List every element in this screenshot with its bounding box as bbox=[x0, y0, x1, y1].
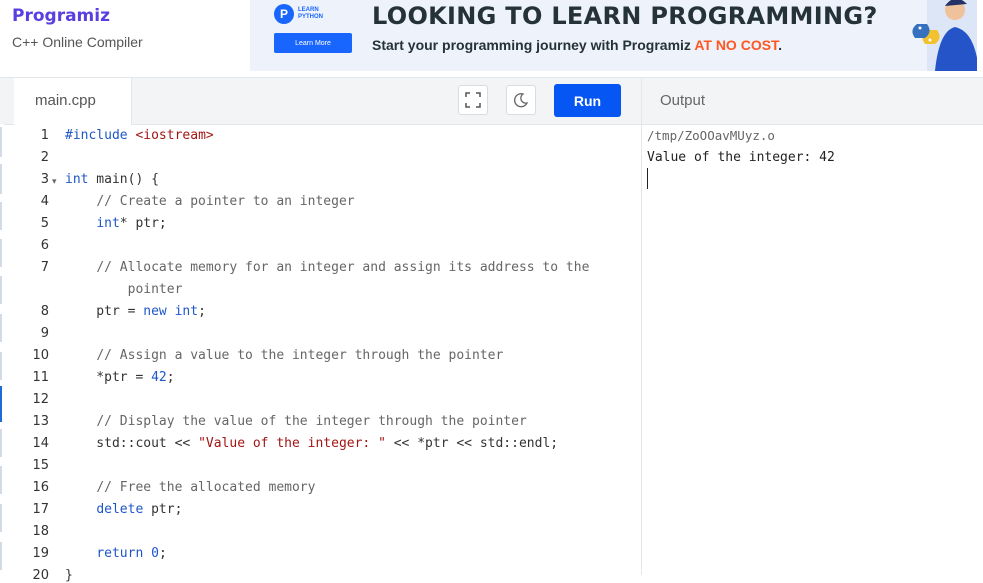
line-number: 9 bbox=[40, 326, 49, 341]
output-cursor bbox=[647, 168, 648, 189]
strip-segment bbox=[0, 202, 2, 230]
line-number: 14 bbox=[32, 436, 49, 451]
ad-brand: P LEARN PYTHON bbox=[274, 4, 323, 24]
strip-segment bbox=[0, 164, 2, 194]
output-line-path: /tmp/ZoOOavMUyz.o bbox=[647, 128, 775, 143]
line-number: 11 bbox=[32, 370, 49, 385]
line-number: 17 bbox=[32, 502, 49, 517]
run-button[interactable]: Run bbox=[554, 84, 621, 117]
ad-brand-line2: PYTHON bbox=[298, 14, 324, 20]
code-line: std::cout << "Value of the integer: " <<… bbox=[65, 436, 559, 451]
output-line-result: Value of the integer: 42 bbox=[647, 150, 835, 165]
strip-segment bbox=[0, 239, 2, 267]
strip-segment bbox=[0, 276, 2, 304]
strip-segment bbox=[0, 127, 2, 157]
line-number: 10 bbox=[32, 348, 49, 363]
file-tab-main-cpp[interactable]: main.cpp bbox=[14, 78, 132, 125]
code-line: // Free the allocated memory bbox=[96, 480, 316, 495]
code-line: // Assign a value to the integer through… bbox=[96, 348, 504, 363]
programiz-p-icon: P bbox=[274, 4, 294, 24]
strip-segment bbox=[0, 352, 2, 380]
ad-sub-prefix: Start your programming journey with Prog… bbox=[372, 37, 695, 53]
line-number: 8 bbox=[40, 304, 49, 319]
strip-segment bbox=[0, 504, 2, 532]
line-number: 20 bbox=[32, 568, 49, 583]
line-number: 16 bbox=[32, 480, 49, 495]
line-number: 2 bbox=[40, 150, 49, 165]
code-line: int main() { bbox=[65, 172, 159, 187]
line-number: 3 bbox=[40, 172, 49, 187]
ad-sub-highlight: AT NO COST bbox=[694, 37, 779, 53]
strip-segment bbox=[0, 542, 2, 570]
output-title: Output bbox=[660, 92, 706, 109]
line-number: 5 bbox=[40, 216, 49, 231]
strip-segment bbox=[0, 429, 2, 457]
code-line: // Create a pointer to an integer bbox=[96, 194, 355, 209]
fullscreen-icon bbox=[465, 92, 481, 108]
code-line: ptr = new int; bbox=[65, 304, 206, 319]
ad-learn-more-button[interactable]: Learn More bbox=[274, 33, 352, 53]
line-number: 18 bbox=[32, 524, 49, 539]
fold-arrow-icon[interactable]: ▾ bbox=[52, 176, 57, 187]
left-edge-strip bbox=[0, 124, 4, 575]
ad-brand-line1: LEARN bbox=[298, 7, 319, 13]
line-number: 6 bbox=[40, 238, 49, 253]
strip-segment bbox=[0, 466, 2, 494]
theme-toggle-button[interactable] bbox=[506, 85, 536, 115]
editor-header: main.cpp bbox=[0, 78, 641, 125]
line-number: 15 bbox=[32, 458, 49, 473]
ad-illustration bbox=[912, 0, 977, 71]
code-line: delete ptr; bbox=[96, 502, 183, 517]
code-line: // Display the value of the integer thro… bbox=[96, 414, 527, 429]
top-bar: Programiz C++ Online Compiler P LEARN PY… bbox=[0, 0, 983, 78]
fullscreen-button[interactable] bbox=[458, 85, 488, 115]
code-line: #include <iostream> bbox=[65, 128, 214, 143]
code-line: *ptr = 42; bbox=[65, 370, 175, 385]
code-line: } bbox=[65, 568, 73, 583]
strip-segment-active bbox=[0, 386, 2, 422]
line-number: 1 bbox=[40, 128, 49, 143]
code-line: return 0; bbox=[96, 546, 167, 561]
page-subtitle: C++ Online Compiler bbox=[12, 34, 143, 50]
ad-subline: Start your programming journey with Prog… bbox=[372, 37, 782, 53]
ad-headline: LOOKING TO LEARN PROGRAMMING? bbox=[372, 2, 878, 30]
moon-icon bbox=[514, 93, 529, 108]
line-number: 19 bbox=[32, 546, 49, 561]
code-line: // Allocate memory for an integer and as… bbox=[96, 260, 590, 275]
ad-sub-suffix: . bbox=[778, 37, 782, 53]
line-number: 7 bbox=[40, 260, 49, 275]
code-line: pointer bbox=[127, 282, 183, 297]
file-tab-label: main.cpp bbox=[35, 92, 96, 109]
line-number: 12 bbox=[32, 392, 49, 407]
strip-segment bbox=[0, 314, 2, 342]
programiz-logo[interactable]: Programiz bbox=[12, 6, 110, 26]
code-line: int* ptr; bbox=[96, 216, 167, 231]
line-number: 13 bbox=[32, 414, 49, 429]
output-header: Output bbox=[642, 78, 983, 125]
line-number: 4 bbox=[40, 194, 49, 209]
ad-banner[interactable]: P LEARN PYTHON Learn More LOOKING TO LEA… bbox=[250, 0, 977, 71]
pane-divider[interactable] bbox=[641, 78, 642, 575]
